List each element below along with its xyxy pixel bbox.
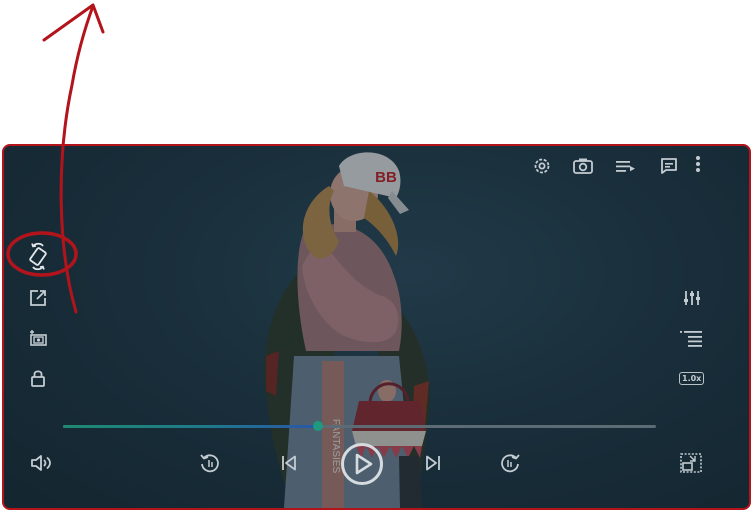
replay-10-icon [200,454,219,473]
playlist-queue-icon [680,331,702,347]
settings-icon [534,158,550,174]
video-player[interactable]: FANTASIES BB 1.0x [2,144,751,510]
rotate-screen-button[interactable] [26,240,50,272]
next-button[interactable] [422,452,444,474]
play-icon [341,443,383,485]
equalizer-button[interactable] [681,287,703,309]
picture-in-picture-icon [680,453,702,473]
volume-button[interactable] [28,451,54,475]
forward-10-icon [501,454,520,473]
lock-icon [31,370,45,387]
queue-button[interactable] [677,328,705,348]
previous-icon [282,455,296,471]
equalizer-icon [684,291,700,305]
playback-speed-icon[interactable]: 1.0x [679,372,705,385]
screenshot-top-button[interactable] [571,155,595,177]
previous-button[interactable] [278,452,300,474]
subtitles-icon [661,158,677,174]
play-button[interactable] [339,441,385,487]
screenshot-icon [30,330,47,346]
open-external-icon [30,290,46,306]
open-external-button[interactable] [27,287,49,309]
settings-button[interactable] [531,155,553,177]
forward-10-button[interactable] [498,451,522,475]
replay-10-button[interactable] [198,451,222,475]
lock-button[interactable] [28,367,48,389]
subtitles-button[interactable] [658,155,680,177]
rotate-screen-icon [29,242,47,271]
next-icon [426,455,440,471]
playlist-button[interactable] [613,155,637,177]
camera-icon [573,158,593,174]
pip-button[interactable] [678,451,704,475]
volume-icon [31,455,51,471]
seek-bar-fill [63,425,318,428]
seek-bar-thumb[interactable] [312,421,323,431]
seek-bar[interactable] [63,421,656,431]
screenshot-left-button[interactable] [27,327,49,349]
more-vertical-icon [696,156,700,172]
playlist-icon [616,161,635,172]
more-button[interactable] [691,153,705,175]
